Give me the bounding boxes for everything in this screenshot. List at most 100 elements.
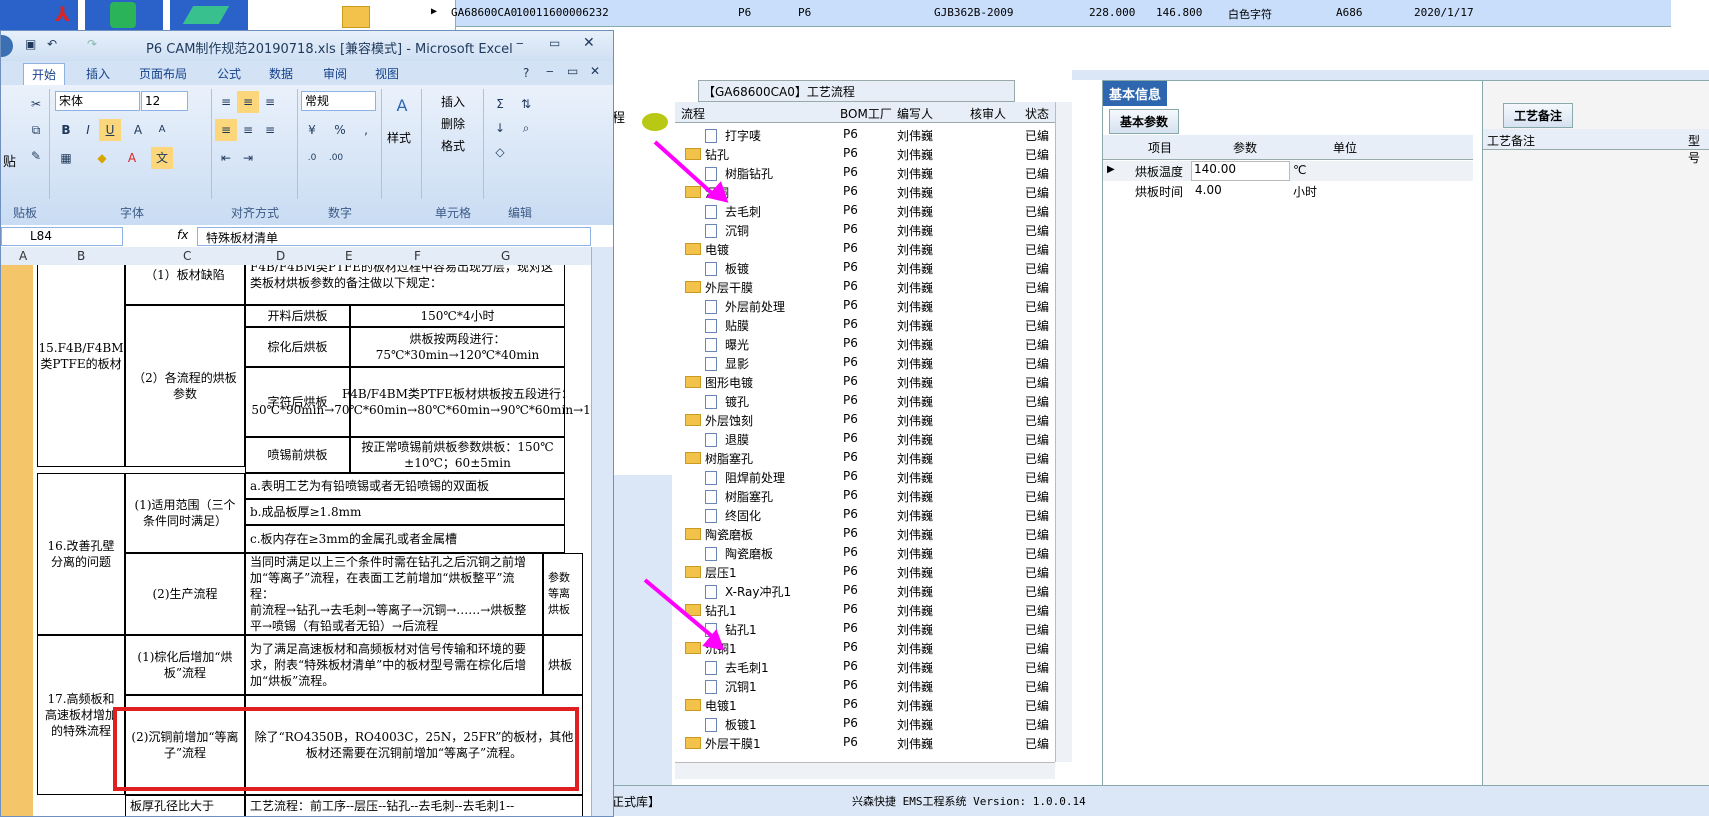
process-row[interactable]: X-Ray冲孔1 P6 刘伟巍 已编	[675, 581, 1055, 600]
process-row[interactable]: 沉铜1 P6 刘伟巍 已编	[675, 638, 1055, 657]
desktop-icon-app1[interactable]	[85, 0, 163, 30]
align-center-icon[interactable]: ≡	[237, 119, 259, 141]
align-left-icon[interactable]: ≡	[215, 119, 237, 141]
save-icon[interactable]: ▣	[25, 37, 36, 51]
desktop-icon-app2[interactable]	[170, 0, 248, 30]
tab-view[interactable]: 视图	[375, 65, 399, 82]
shrink-font-icon[interactable]: A	[151, 119, 173, 141]
doc-close-icon[interactable]: ✕	[590, 64, 600, 78]
cell[interactable]: 烘板	[543, 635, 583, 695]
process-row[interactable]: 显影 P6 刘伟巍 已编	[675, 353, 1055, 372]
cell[interactable]: 为了满足高速板材和高频板材对信号传输和环境的要求，附表“特殊板材清单”中的板材型…	[245, 635, 543, 695]
col-header[interactable]: D	[276, 249, 285, 263]
col-header[interactable]: E	[345, 249, 353, 263]
worksheet[interactable]: 15.F4B/F4BM类PTFE的板材 （1）板材缺陷 F4B/F4BM类PTF…	[1, 265, 591, 816]
align-middle-icon[interactable]: ≡	[237, 91, 259, 113]
col-header[interactable]: A	[19, 249, 27, 263]
cell[interactable]: 按正常喷锡前烘板参数烘板：150℃±10℃；60±5min	[350, 437, 565, 473]
cell[interactable]: 板厚孔径比大于	[125, 795, 245, 816]
italic-icon[interactable]: I	[77, 119, 99, 141]
process-row[interactable]: 板镀 P6 刘伟巍 已编	[675, 258, 1055, 277]
insert-button[interactable]: 插入	[441, 93, 465, 110]
name-box[interactable]: L84	[1, 227, 123, 246]
tab-insert[interactable]: 插入	[86, 65, 110, 82]
redo-icon[interactable]: ↷	[87, 37, 97, 51]
doc-restore-icon[interactable]: ▭	[567, 64, 578, 78]
font-size-select[interactable]: 12	[141, 91, 188, 111]
border-icon[interactable]: ▦	[55, 147, 77, 169]
font-name-select[interactable]: 宋体	[55, 91, 140, 111]
process-vscroll[interactable]	[1055, 102, 1072, 762]
doc-min-icon[interactable]: ‒	[546, 64, 554, 78]
process-row[interactable]: 树脂塞孔 P6 刘伟巍 已编	[675, 486, 1055, 505]
align-bottom-icon[interactable]: ≡	[259, 91, 281, 113]
cell[interactable]: 150℃*4小时	[350, 305, 565, 327]
col-header[interactable]: G	[501, 249, 510, 263]
process-row[interactable]: 图形电镀 P6 刘伟巍 已编	[675, 372, 1055, 391]
align-right-icon[interactable]: ≡	[259, 119, 281, 141]
help-icon[interactable]: ?	[523, 66, 529, 80]
cut-icon[interactable]: ✂	[25, 93, 47, 115]
col-status[interactable]: 状态	[1025, 105, 1049, 122]
col-writer[interactable]: 编写人	[897, 105, 933, 122]
indent-increase-icon[interactable]: ⇥	[237, 147, 259, 169]
sort-filter-icon[interactable]: ⇅	[515, 93, 537, 115]
process-row[interactable]: 电镀 P6 刘伟巍 已编	[675, 239, 1055, 258]
process-row[interactable]: 外层前处理 P6 刘伟巍 已编	[675, 296, 1055, 315]
bold-icon[interactable]: B	[55, 119, 77, 141]
cell[interactable]: (2)生产流程	[125, 553, 245, 635]
cell[interactable]: a.表明工艺为有铅喷锡或者无铅喷锡的双面板	[245, 473, 565, 499]
col-param[interactable]: 参数	[1233, 139, 1257, 156]
desktop-icon-pdf[interactable]: ⅄	[0, 0, 78, 30]
col-flow[interactable]: 流程	[681, 105, 705, 122]
cell[interactable]: (1)适用范围（三个条件同时满足）	[125, 473, 245, 553]
process-row[interactable]: 钻孔1 P6 刘伟巍 已编	[675, 600, 1055, 619]
cell[interactable]: （1）板材缺陷	[125, 265, 245, 305]
phonetic-icon[interactable]: 文	[151, 147, 173, 169]
cell[interactable]: 参数等离烘板	[543, 553, 583, 635]
desktop-icon-folder[interactable]	[330, 0, 408, 30]
tab-process-notes[interactable]: 工艺备注	[1503, 103, 1574, 128]
percent-icon[interactable]: %	[329, 119, 351, 141]
cell[interactable]: (1)棕化后增加“烘板”流程	[125, 635, 245, 695]
decrease-decimal-icon[interactable]: .00	[325, 147, 347, 169]
tab-basic-params[interactable]: 基本参数	[1109, 109, 1180, 134]
undo-icon[interactable]: ↶	[47, 37, 57, 51]
process-row[interactable]: 钻孔 P6 刘伟巍 已编	[675, 144, 1055, 163]
process-row[interactable]: 外层干膜1 P6 刘伟巍 已编	[675, 733, 1055, 752]
cell[interactable]: 喷锡前烘板	[245, 437, 350, 473]
col-reviewer[interactable]: 核审人	[970, 105, 1006, 122]
align-top-icon[interactable]: ≡	[215, 91, 237, 113]
cell-s16-flow[interactable]: 当同时满足以上三个条件时需在钻孔之后沉铜之前增加“等离子”流程，在表面工艺前增加…	[245, 553, 543, 635]
process-row[interactable]: 外层蚀刻 P6 刘伟巍 已编	[675, 410, 1055, 429]
process-row[interactable]: 打字唛 P6 刘伟巍 已编	[675, 125, 1055, 144]
process-row[interactable]: 树脂钻孔 P6 刘伟巍 已编	[675, 163, 1055, 182]
process-row[interactable]: 外层干膜 P6 刘伟巍 已编	[675, 277, 1055, 296]
process-row[interactable]: 陶瓷磨板 P6 刘伟巍 已编	[675, 543, 1055, 562]
info-row[interactable]: 烘板时间 4.00 小时	[1103, 181, 1473, 201]
minimize-icon[interactable]: ‒	[516, 36, 524, 50]
process-row[interactable]: 去毛刺1 P6 刘伟巍 已编	[675, 657, 1055, 676]
styles-button[interactable]: 样式	[387, 129, 411, 146]
process-hscroll[interactable]	[675, 762, 1055, 779]
info-param[interactable]: 4.00	[1195, 183, 1222, 197]
process-row[interactable]: 陶瓷磨板 P6 刘伟巍 已编	[675, 524, 1055, 543]
tab-home[interactable]: 开始	[23, 63, 66, 85]
underline-icon[interactable]: U	[99, 119, 121, 141]
fill-color-icon[interactable]: ◆	[91, 147, 113, 169]
cell-s15-title[interactable]: 15.F4B/F4BM类PTFE的板材	[37, 265, 125, 467]
process-row[interactable]: 沉铜 P6 刘伟巍 已编	[675, 220, 1055, 239]
process-row[interactable]: 树脂塞孔 P6 刘伟巍 已编	[675, 448, 1055, 467]
format-button[interactable]: 格式	[441, 137, 465, 154]
process-row[interactable]: 贴膜 P6 刘伟巍 已编	[675, 315, 1055, 334]
col-model[interactable]: 型号	[1688, 132, 1709, 166]
col-header[interactable]: B	[77, 249, 85, 263]
process-row[interactable]: 去毛刺 P6 刘伟巍 已编	[675, 201, 1055, 220]
styles-icon[interactable]: A	[391, 95, 413, 117]
process-row[interactable]: 阻焊前处理 P6 刘伟巍 已编	[675, 467, 1055, 486]
close-icon[interactable]: ✕	[583, 35, 595, 51]
excel-vscroll[interactable]	[591, 247, 613, 816]
clear-icon[interactable]: ◇	[489, 141, 511, 163]
format-painter-icon[interactable]: ✎	[25, 145, 47, 167]
col-factory[interactable]: BOM工厂	[840, 105, 892, 122]
